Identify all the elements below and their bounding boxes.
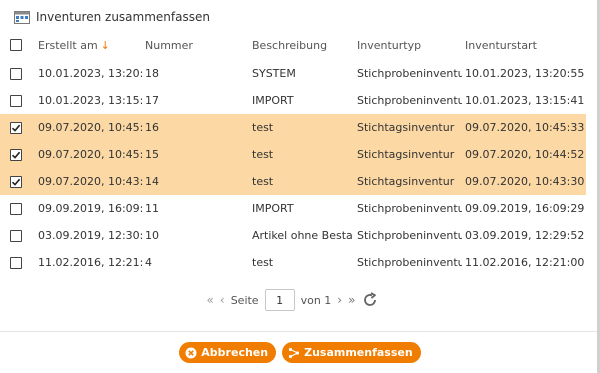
cell-description: IMPORT [252, 94, 294, 107]
cell-start: 11.02.2016, 12:21:00 [465, 256, 585, 269]
column-header-created[interactable]: Erstellt am ↓ [38, 30, 143, 60]
row-checkbox[interactable] [10, 256, 22, 269]
row-select-cell[interactable] [10, 87, 28, 114]
merge-icon [288, 347, 300, 359]
cell-start: 09.07.2020, 10:44:52 [465, 148, 585, 161]
column-label-created: Erstellt am [38, 38, 98, 52]
cancel-icon [185, 347, 197, 359]
row-select-cell[interactable] [10, 222, 28, 249]
row-select-cell[interactable] [10, 195, 28, 222]
last-page-icon[interactable]: » [348, 293, 355, 307]
cell-number: 16 [145, 121, 159, 134]
cell-number: 14 [145, 175, 159, 188]
cell-description: test [252, 148, 274, 161]
cell-created: 03.09.2019, 12:30:47 [38, 229, 143, 242]
table-body: 10.01.2023, 13:20:5518SYSTEMStichprobeni… [0, 60, 586, 276]
cell-created: 11.02.2016, 12:21:46 [38, 256, 143, 269]
cell-type: Stichprobeninventur [357, 202, 462, 215]
next-page-icon[interactable]: › [337, 293, 342, 307]
cell-description: SYSTEM [252, 67, 296, 80]
cell-type: Stichprobeninventur [357, 256, 462, 269]
sort-descending-icon: ↓ [100, 38, 110, 52]
page-label: Seite [230, 293, 259, 307]
table-row[interactable]: 09.09.2019, 16:09:2911IMPORTStichprobeni… [0, 195, 586, 222]
column-header-description[interactable]: Beschreibung [252, 30, 352, 60]
row-select-cell[interactable] [10, 249, 28, 276]
page-number-input[interactable] [264, 289, 295, 311]
row-checkbox-checked[interactable] [10, 148, 22, 161]
merge-inventories-dialog: Inventuren zusammenfassen Erstellt am ↓ … [0, 0, 600, 373]
dialog-header: Inventuren zusammenfassen [14, 8, 210, 26]
table-row[interactable]: 09.07.2020, 10:43:5714 test Stichtagsinven… [0, 168, 586, 195]
merge-table-icon [14, 10, 30, 24]
row-select-cell[interactable] [10, 141, 28, 168]
row-checkbox[interactable] [10, 67, 22, 80]
cell-number: 18 [145, 67, 159, 80]
cell-created: 10.01.2023, 13:15:41 [38, 94, 143, 107]
cell-created: 09.07.2020, 10:43:57 [38, 175, 143, 188]
table-row[interactable]: 10.01.2023, 13:20:5518SYSTEMStichprobeni… [0, 60, 586, 87]
table-row[interactable]: 10.01.2023, 13:15:4117IMPORTStichprobeni… [0, 87, 586, 114]
cell-description: Artikel ohne Besta... [252, 229, 352, 242]
column-header-type[interactable]: Inventurtyp [357, 30, 462, 60]
footer-divider [0, 331, 600, 332]
cell-start: 09.07.2020, 10:43:30 [465, 175, 585, 188]
table-header: Erstellt am ↓ Nummer Beschreibung Invent… [0, 30, 586, 60]
cell-start: 09.07.2020, 10:45:33 [465, 121, 585, 134]
page-count-label: von 1 [300, 293, 332, 307]
cell-description: test [252, 121, 274, 134]
cell-created: 09.07.2020, 10:45:49 [38, 121, 143, 134]
column-header-start[interactable]: Inventurstart [465, 30, 585, 60]
cell-description: IMPORT [252, 202, 294, 215]
row-checkbox-checked[interactable] [10, 121, 22, 134]
cell-created: 09.07.2020, 10:45:05 [38, 148, 143, 161]
dialog-title: Inventuren zusammenfassen [36, 10, 210, 24]
cell-type: Stichtagsinventur [357, 148, 455, 161]
table-row[interactable]: 09.07.2020, 10:45:0515 test Stichtagsinven… [0, 141, 586, 168]
cell-description: test [252, 256, 274, 269]
row-checkbox[interactable] [10, 229, 22, 242]
cell-type: Stichtagsinventur [357, 175, 455, 188]
dialog-footer: Abbrechen Zusammenfassen [0, 342, 600, 366]
cell-type: Stichprobeninventur [357, 67, 462, 80]
select-all-checkbox[interactable] [10, 39, 22, 51]
cell-description: test [252, 175, 274, 188]
refresh-icon[interactable] [361, 291, 379, 309]
row-checkbox[interactable] [10, 94, 22, 107]
cell-start: 03.09.2019, 12:29:52 [465, 229, 585, 242]
merge-button-label: Zusammenfassen [304, 346, 413, 359]
cancel-button[interactable]: Abbrechen [179, 342, 277, 363]
cell-type: Stichprobeninventur [357, 94, 462, 107]
row-checkbox[interactable] [10, 202, 22, 215]
cell-number: 11 [145, 202, 159, 215]
table-row[interactable]: 11.02.2016, 12:21:464 test Stichprobeninve… [0, 249, 586, 276]
previous-page-icon[interactable]: ‹ [220, 293, 225, 307]
row-select-cell[interactable] [10, 60, 28, 87]
cell-number: 10 [145, 229, 159, 242]
first-page-icon[interactable]: « [207, 293, 214, 307]
cell-created: 09.09.2019, 16:09:29 [38, 202, 143, 215]
cell-start: 10.01.2023, 13:20:55 [465, 67, 585, 80]
row-select-cell[interactable] [10, 168, 28, 195]
cell-type: Stichtagsinventur [357, 121, 455, 134]
cell-start: 10.01.2023, 13:15:41 [465, 94, 585, 107]
column-header-number[interactable]: Nummer [145, 30, 245, 60]
inventory-table: Erstellt am ↓ Nummer Beschreibung Invent… [0, 30, 586, 276]
cancel-button-label: Abbrechen [201, 346, 269, 359]
merge-button[interactable]: Zusammenfassen [282, 342, 421, 363]
pagination-bar: « ‹ Seite von 1 › » [0, 287, 586, 313]
select-all-cell[interactable] [10, 30, 28, 60]
cell-created: 10.01.2023, 13:20:55 [38, 67, 143, 80]
table-row[interactable]: 03.09.2019, 12:30:4710 Artikel ohne Besta… [0, 222, 586, 249]
row-select-cell[interactable] [10, 114, 28, 141]
cell-start: 09.09.2019, 16:09:29 [465, 202, 585, 215]
table-row[interactable]: 09.07.2020, 10:45:4916 test Stichtagsinven… [0, 114, 586, 141]
cell-number: 17 [145, 94, 159, 107]
row-checkbox-checked[interactable] [10, 175, 22, 188]
cell-number: 4 [145, 256, 152, 269]
cell-number: 15 [145, 148, 159, 161]
cell-type: Stichprobeninventur [357, 229, 462, 242]
